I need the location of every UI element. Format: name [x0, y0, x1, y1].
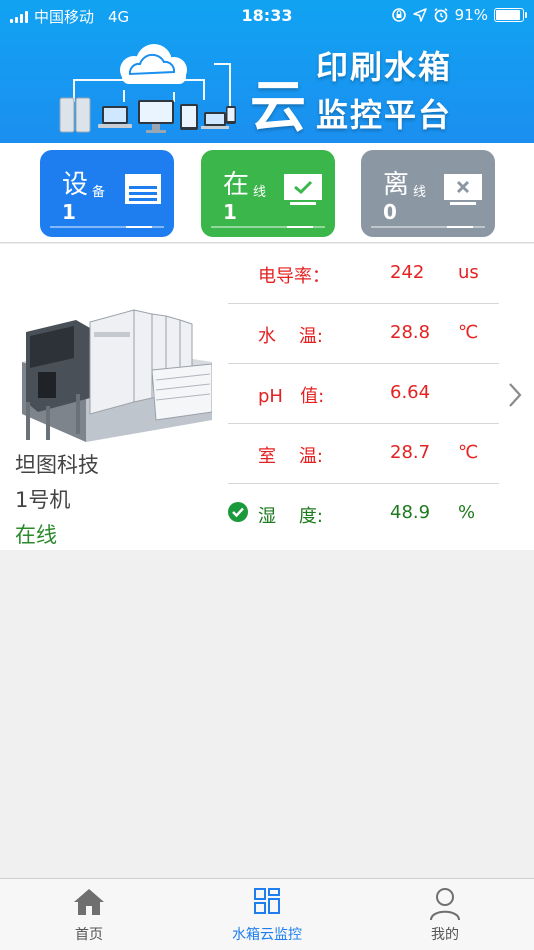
tab-mine[interactable]: 我的	[356, 879, 534, 950]
reading-label: pH 值:	[258, 386, 325, 407]
printing-press-image	[22, 309, 212, 442]
sensor-readings: 电导率： 242 us 水 温: 28.8 ℃ pH 值: 6.64 室 温: …	[228, 244, 499, 544]
status-bar: 中国移动 4G 18:33 91%	[0, 0, 534, 30]
device-card-subtitle: 备	[92, 185, 106, 200]
device-panel[interactable]: 坦图科技 1号机 在线 电导率： 242 us 水 温: 28.8 ℃ pH 值…	[0, 244, 534, 550]
chevron-right-icon[interactable]	[508, 382, 522, 408]
device-count: 1	[62, 200, 76, 224]
reading-value: 28.8	[390, 322, 431, 343]
user-icon	[430, 888, 460, 921]
reading-label: 湿 度:	[258, 506, 323, 527]
reading-label: 电导率：	[258, 266, 330, 287]
device-name: 1号机	[15, 488, 71, 512]
summary-cards: 设 备 1 在 线 1 离 线 0	[0, 143, 534, 243]
reading-row-conductivity: 电导率： 242 us	[228, 244, 499, 304]
online-card-title: 在	[223, 170, 250, 200]
rotation-lock-icon	[391, 8, 406, 22]
device-list-icon	[125, 174, 161, 204]
device-card-title: 设	[62, 170, 89, 200]
grid-icon	[254, 888, 280, 914]
offline-card-bar	[371, 226, 485, 228]
location-icon	[412, 8, 427, 22]
alarm-clock-icon	[434, 8, 448, 23]
reading-row-humidity: 湿 度: 48.9 %	[228, 484, 499, 544]
tab-mine-label: 我的	[431, 927, 459, 943]
tab-tank-monitor-label: 水箱云监控	[232, 927, 302, 943]
reading-value: 28.7	[390, 442, 431, 463]
reading-unit: us	[458, 262, 479, 283]
reading-value: 6.64	[390, 382, 431, 403]
device-status: 在线	[15, 523, 57, 547]
reading-row-ph: pH 值: 6.64	[228, 364, 499, 424]
header-banner: 中国移动 4G 18:33 91% 云 印刷水箱 监控平台	[0, 0, 534, 143]
monitor-check-icon	[284, 174, 322, 205]
reading-unit: ℃	[458, 442, 479, 463]
reading-unit: ℃	[458, 322, 479, 343]
battery-percent: 91%	[454, 6, 488, 24]
reading-label: 室 温:	[258, 446, 323, 467]
cloud-devices-illustration	[59, 44, 236, 133]
reading-label: 水 温:	[258, 326, 323, 347]
reading-row-room-temp: 室 温: 28.7 ℃	[228, 424, 499, 484]
offline-card-subtitle: 线	[413, 185, 427, 200]
device-company: 坦图科技	[15, 453, 99, 477]
monitor-x-icon	[444, 174, 482, 205]
online-card-subtitle: 线	[253, 185, 267, 200]
check-circle-icon	[228, 502, 248, 522]
banner-title-line1: 印刷水箱	[316, 48, 453, 86]
reading-unit: %	[458, 502, 476, 523]
tab-home-label: 首页	[75, 927, 103, 943]
home-icon	[74, 889, 104, 915]
offline-card-title: 离	[383, 170, 410, 200]
reading-row-water-temp: 水 温: 28.8 ℃	[228, 304, 499, 364]
online-count-card[interactable]: 在 线 1	[201, 150, 335, 237]
tab-tank-monitor[interactable]: 水箱云监控	[178, 879, 356, 950]
offline-count: 0	[383, 200, 397, 224]
device-card-bar	[50, 226, 164, 228]
bottom-tab-bar: 首页 水箱云监控 我的	[0, 878, 534, 950]
tab-home[interactable]: 首页	[0, 879, 178, 950]
battery-icon	[494, 8, 527, 22]
device-count-card[interactable]: 设 备 1	[40, 150, 174, 237]
banner-title-line2: 监控平台	[316, 96, 453, 134]
banner-title-yun: 云	[250, 75, 306, 140]
offline-count-card[interactable]: 离 线 0	[361, 150, 495, 237]
online-count: 1	[223, 200, 237, 224]
online-card-bar	[211, 226, 325, 228]
reading-value: 48.9	[390, 502, 431, 523]
reading-value: 242	[390, 262, 425, 283]
